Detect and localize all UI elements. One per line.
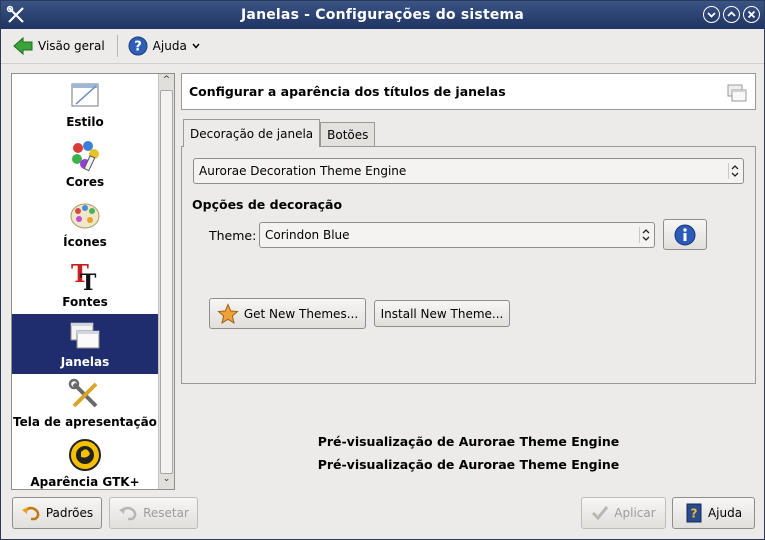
scrollbar-thumb[interactable]: [160, 90, 173, 474]
reset-button[interactable]: Resetar: [109, 497, 198, 529]
svg-text:T: T: [80, 270, 97, 292]
sidebar-item-colors[interactable]: Cores: [12, 134, 158, 194]
sidebar-item-label: Ícones: [63, 235, 107, 249]
help-button[interactable]: ? Ajuda: [672, 497, 755, 529]
reset-icon: [119, 506, 137, 521]
preview-title-2: Pré-visualização de Aurorae Theme Engine: [317, 457, 620, 472]
defaults-button[interactable]: Padrões: [12, 497, 102, 529]
settings-window: Janelas - Configurações do sistema Visão…: [0, 0, 765, 540]
help-menu-button[interactable]: ? Ajuda: [124, 33, 204, 59]
preview-title-1: Pré-visualização de Aurorae Theme Engine: [317, 434, 620, 449]
defaults-label: Padrões: [45, 506, 94, 520]
toolbar-separator: [116, 35, 118, 57]
icons-icon: [68, 198, 102, 232]
tab-bar: Decoração de janela Botões: [183, 119, 376, 147]
help-book-icon: ?: [686, 503, 702, 523]
sidebar-item-icons[interactable]: Ícones: [12, 194, 158, 254]
sidebar-item-fonts[interactable]: TT Fontes: [12, 254, 158, 314]
svg-text:?: ?: [690, 507, 697, 521]
up-down-arrows-icon: [728, 163, 740, 179]
up-down-arrows-icon: [639, 227, 651, 243]
theme-select[interactable]: Corindon Blue: [259, 222, 655, 248]
install-new-theme-button[interactable]: Install New Theme...: [374, 300, 510, 327]
tools-icon[interactable]: [6, 5, 26, 25]
apply-label: Aplicar: [614, 506, 656, 520]
theme-info-button[interactable]: [663, 219, 707, 250]
page-header: Configurar a aparência dos títulos de ja…: [181, 73, 756, 110]
colors-icon: [68, 138, 102, 172]
engine-select[interactable]: Aurorae Decoration Theme Engine: [193, 158, 744, 184]
overview-button[interactable]: Visão geral: [9, 34, 109, 58]
info-icon: [674, 224, 696, 245]
maximize-button[interactable]: [723, 6, 740, 23]
back-arrow-icon: [13, 37, 33, 55]
sidebar-item-gtk[interactable]: Aparência GTK+: [12, 434, 158, 489]
chevron-down-icon: [707, 12, 716, 18]
install-new-theme-label: Install New Theme...: [380, 306, 504, 321]
help-label: Ajuda: [707, 506, 743, 520]
windows-icon: [68, 318, 102, 352]
sidebar-item-label: Fontes: [62, 295, 108, 309]
apply-button[interactable]: Aplicar: [581, 497, 666, 529]
gtk-icon: [68, 438, 102, 472]
overview-label: Visão geral: [38, 39, 105, 53]
close-icon: [747, 10, 756, 19]
sidebar-scrollbar[interactable]: ^ ⌄: [158, 74, 174, 489]
category-list: Estilo Cores Ícones TT Fontes Janelas Te…: [12, 74, 158, 489]
help-menu-label: Ajuda: [152, 39, 187, 53]
category-sidebar: Estilo Cores Ícones TT Fontes Janelas Te…: [11, 73, 175, 490]
sidebar-item-label: Cores: [65, 175, 105, 189]
get-new-themes-label: Get New Themes...: [243, 306, 359, 321]
decoration-options-title: Opções de decoração: [192, 197, 343, 212]
theme-label: Theme:: [209, 228, 257, 243]
sidebar-item-windows[interactable]: Janelas: [12, 314, 158, 374]
sidebar-item-style[interactable]: Estilo: [12, 74, 158, 134]
sidebar-item-label: Aparência GTK+: [30, 475, 140, 489]
undo-icon: [21, 506, 40, 521]
windows-icon: [727, 83, 747, 103]
get-new-themes-button[interactable]: Get New Themes...: [209, 298, 366, 329]
minimize-button[interactable]: [703, 6, 720, 23]
sidebar-item-label: Estilo: [66, 115, 104, 129]
theme-select-value: Corindon Blue: [265, 228, 350, 242]
tab-buttons[interactable]: Botões: [320, 122, 376, 146]
engine-select-value: Aurorae Decoration Theme Engine: [199, 164, 407, 178]
title-bar[interactable]: Janelas - Configurações do sistema: [1, 1, 764, 29]
scroll-down-icon[interactable]: ⌄: [160, 474, 173, 488]
tab-window-decoration[interactable]: Decoração de janela: [183, 119, 321, 147]
sidebar-item-splash[interactable]: Tela de apresentação: [12, 374, 158, 434]
close-button[interactable]: [743, 6, 760, 23]
window-title: Janelas - Configurações do sistema: [241, 7, 524, 23]
style-icon: [68, 78, 102, 112]
fonts-icon: TT: [68, 258, 102, 296]
page-title: Configurar a aparência dos títulos de ja…: [189, 84, 506, 99]
sidebar-item-label: Tela de apresentação: [13, 415, 157, 429]
svg-text:?: ?: [134, 40, 142, 55]
checkmark-icon: [592, 506, 609, 521]
scroll-up-icon[interactable]: ^: [160, 75, 173, 89]
help-icon: ?: [128, 36, 148, 56]
splash-icon: [68, 378, 102, 412]
chevron-down-icon: [192, 43, 200, 49]
star-icon: [217, 302, 239, 324]
sidebar-item-label: Janelas: [60, 355, 110, 369]
chevron-up-icon: [727, 11, 736, 17]
reset-label: Resetar: [143, 506, 189, 520]
toolbar: Visão geral ? Ajuda: [1, 29, 764, 64]
